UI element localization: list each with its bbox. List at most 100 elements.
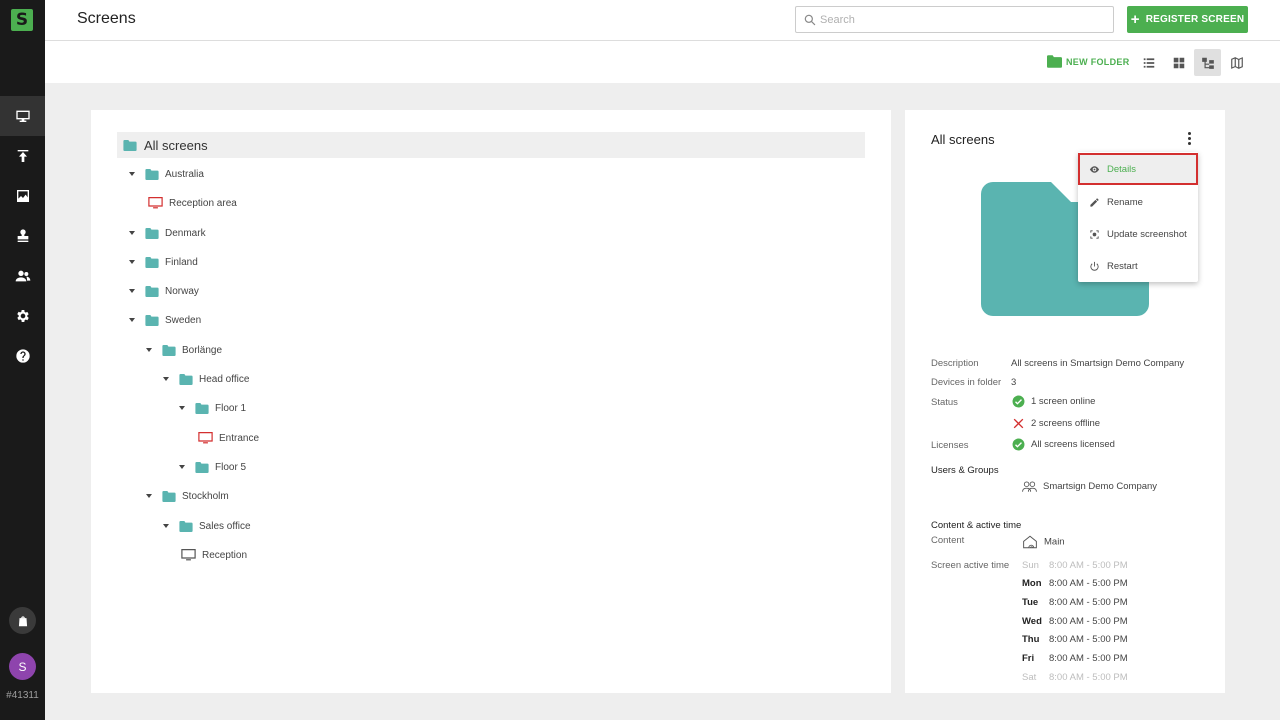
tree-view-button[interactable] (1194, 49, 1221, 76)
caret-down-icon[interactable] (129, 231, 135, 235)
tree-row-label: Head office (199, 373, 250, 385)
caret-down-icon[interactable] (129, 260, 135, 264)
menu-item-restart[interactable]: Restart (1078, 250, 1198, 282)
schedule-day: Sun (1022, 560, 1039, 571)
content-value-text: Main (1044, 536, 1065, 548)
schedule-day: Thu (1022, 634, 1040, 645)
search-input[interactable] (820, 11, 1100, 29)
schedule-time: 8:00 AM - 5:00 PM (1049, 653, 1128, 664)
caret-down-icon[interactable] (146, 348, 152, 352)
status-offline: 2 screens offline (1012, 417, 1100, 430)
schedule-row: Fri 8:00 AM - 5:00 PM (1022, 653, 1128, 664)
folder-icon (145, 256, 159, 268)
image-icon (16, 190, 29, 202)
plus-icon: + (1130, 11, 1140, 28)
tree-row[interactable]: Australia (129, 164, 204, 184)
search-box[interactable] (795, 6, 1114, 33)
tree-row-label: Norway (165, 285, 199, 297)
caret-down-icon[interactable] (129, 289, 135, 293)
menu-item-details[interactable]: Details (1078, 153, 1198, 185)
tree-row-label: Australia (165, 168, 204, 180)
menu-item-rename[interactable]: Rename (1078, 186, 1198, 218)
sidebar-item-stamp[interactable] (0, 216, 45, 256)
tree-row[interactable]: Norway (129, 281, 199, 301)
content-label: Content (931, 535, 965, 546)
caret-down-icon[interactable] (179, 406, 185, 410)
folder-icon (195, 461, 209, 473)
power-icon (1090, 261, 1099, 271)
caret-down-icon[interactable] (129, 172, 135, 176)
caret-down-icon[interactable] (163, 377, 169, 381)
upload-icon (17, 150, 28, 162)
map-view-button[interactable] (1223, 49, 1250, 76)
content-home-icon (1023, 535, 1037, 549)
more-options-button[interactable] (1181, 130, 1197, 146)
tree-row-label: Sales office (199, 520, 251, 532)
avatar[interactable]: S (9, 653, 36, 680)
tree-row-label: Entrance (219, 432, 260, 444)
devices-label: Devices in folder (931, 377, 1002, 388)
app-logo[interactable]: S (11, 9, 33, 31)
schedule-row: Sun 8:00 AM - 5:00 PM (1022, 560, 1128, 571)
eye-icon (1089, 165, 1100, 173)
devices-value: 3 (1011, 377, 1017, 388)
tree-row[interactable]: Floor 1 (179, 398, 246, 418)
schedule-time: 8:00 AM - 5:00 PM (1049, 560, 1128, 571)
register-screen-button[interactable]: + REGISTER SCREEN (1127, 6, 1248, 33)
screen-offline-icon (198, 432, 213, 444)
schedule-row: Sat 8:00 AM - 5:00 PM (1022, 672, 1128, 683)
tree-row-label: Borlänge (182, 344, 223, 356)
folder-icon (162, 490, 176, 502)
tree-row[interactable]: Stockholm (146, 486, 229, 506)
schedule-row: Thu 8:00 AM - 5:00 PM (1022, 634, 1128, 645)
schedule-time: 8:00 AM - 5:00 PM (1049, 634, 1128, 645)
check-circle-icon (1012, 438, 1025, 451)
folder-icon (145, 227, 159, 239)
grid-view-button[interactable] (1165, 49, 1192, 76)
tree-root-all-screens[interactable]: All screens (117, 132, 865, 158)
content-value[interactable]: Main (1022, 535, 1065, 549)
licenses-value-text: All screens licensed (1031, 439, 1115, 451)
tree-row[interactable]: Denmark (129, 223, 206, 243)
grid-view-icon (1173, 57, 1184, 68)
tree-row[interactable]: Finland (129, 252, 198, 272)
store-button[interactable] (9, 607, 36, 634)
sidebar-item-upload[interactable] (0, 136, 45, 176)
tree-row[interactable]: Head office (163, 369, 249, 389)
caret-down-icon[interactable] (163, 524, 169, 528)
menu-item-update-screenshot[interactable]: Update screenshot (1078, 218, 1198, 250)
tree-row[interactable]: Reception area (148, 193, 237, 213)
context-menu: Details Rename Update screenshot Restart (1078, 152, 1198, 282)
schedule-time: 8:00 AM - 5:00 PM (1049, 616, 1128, 627)
caret-down-icon[interactable] (179, 465, 185, 469)
tree-row[interactable]: Sweden (129, 310, 201, 330)
tree-row[interactable]: Floor 5 (179, 457, 246, 477)
caret-down-icon[interactable] (146, 494, 152, 498)
tree-row-label: Reception area (169, 197, 237, 209)
caret-down-icon[interactable] (129, 318, 135, 322)
map-icon (1230, 56, 1243, 69)
list-view-button[interactable] (1135, 49, 1162, 76)
header: Screens + REGISTER SCREEN (45, 0, 1280, 41)
description-value: All screens in Smartsign Demo Company (1011, 358, 1185, 369)
register-screen-label: REGISTER SCREEN (1145, 14, 1245, 25)
tree-row[interactable]: Borlänge (146, 340, 222, 360)
sidebar-item-users[interactable] (0, 256, 45, 296)
new-folder-button[interactable]: NEW FOLDER (1047, 55, 1130, 68)
tree-row[interactable]: Entrance (198, 428, 259, 448)
licenses-label: Licenses (931, 440, 969, 451)
sidebar-item-settings[interactable] (0, 296, 45, 336)
gear-icon (16, 310, 29, 322)
account-id: #41311 (6, 690, 39, 701)
sidebar-item-media[interactable] (0, 176, 45, 216)
users-groups-value[interactable]: Smartsign Demo Company (1022, 480, 1157, 493)
tree-row[interactable]: Sales office (163, 516, 251, 536)
sidebar-item-screens[interactable] (0, 96, 45, 136)
folder-icon (145, 168, 159, 180)
sidebar-item-help[interactable] (0, 336, 45, 376)
tree-row-label: Denmark (165, 227, 206, 239)
tree-row[interactable]: Reception (181, 545, 247, 565)
menu-item-label: Details (1107, 163, 1137, 175)
tree-row-label: Sweden (165, 314, 202, 326)
folder-icon (123, 139, 137, 151)
